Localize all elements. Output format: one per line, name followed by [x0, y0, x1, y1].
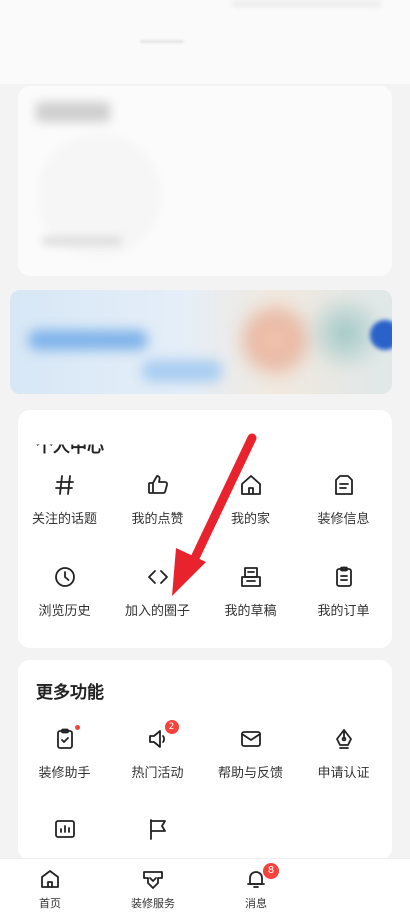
blurred-element: [140, 40, 184, 43]
tab-messages[interactable]: 8 消息: [206, 863, 306, 911]
menu-item-apply-certification[interactable]: 申请认证: [297, 726, 390, 796]
menu-item-label: 帮助与反馈: [217, 766, 283, 781]
notification-dot: [73, 724, 81, 731]
menu-item-label: 浏览历史: [38, 604, 91, 619]
blurred-profile-card: [18, 86, 392, 276]
blurred-banner: [10, 290, 392, 394]
menu-item-label: 我的订单: [317, 604, 370, 619]
bar-chart-icon: [52, 816, 78, 842]
menu-item-browse-history[interactable]: 浏览历史: [18, 564, 111, 634]
menu-item-label: 我的点赞: [131, 512, 184, 527]
hashtag-icon: [52, 472, 78, 498]
blurred-element: [28, 330, 148, 350]
menu-item-statistics[interactable]: [18, 816, 111, 860]
document-icon: [331, 472, 357, 498]
clock-icon: [52, 564, 78, 590]
menu-item-label: 装修助手: [38, 766, 91, 781]
tab-home[interactable]: 首页: [0, 867, 100, 911]
menu-item-my-likes[interactable]: 我的点赞: [111, 472, 204, 542]
clipboard-check-icon: [52, 724, 81, 752]
bell-icon: 8: [243, 863, 279, 891]
personal-center-card: 个人中心 关注的话题 我的点赞 我的家 装修信息 浏览历史 加入的圈子 我的草稿…: [18, 410, 392, 648]
menu-item-hot-activities[interactable]: 2 热门活动: [111, 720, 204, 796]
menu-item-joined-circles[interactable]: 加入的圈子: [111, 564, 204, 634]
activity-count-badge: 2: [164, 720, 179, 734]
menu-item-decoration-info[interactable]: 装修信息: [297, 472, 390, 542]
thumbs-up-icon: [145, 472, 171, 498]
menu-item-label: 装修信息: [317, 512, 370, 527]
menu-item-my-orders[interactable]: 我的订单: [297, 564, 390, 634]
menu-item-label: 我的家: [230, 512, 270, 527]
bottom-tab-bar: 首页 装修服务 8 消息: [0, 858, 410, 914]
home-icon: [238, 472, 264, 498]
menu-item-label: 加入的圈子: [124, 604, 190, 619]
blurred-element: [142, 360, 222, 382]
menu-item-decoration-assistant[interactable]: 装修助手: [18, 724, 111, 796]
tab-label: 装修服务: [131, 897, 175, 910]
blurred-title: [36, 102, 110, 122]
menu-item-my-drafts[interactable]: 我的草稿: [204, 564, 297, 634]
menu-item-label: 申请认证: [317, 766, 370, 781]
section-title-personal-center: 个人中心: [36, 437, 104, 458]
menu-item-label: 关注的话题: [31, 512, 97, 527]
more-features-card: 更多功能 装修助手 2 热门活动 帮助与反馈 申请认证: [18, 660, 392, 860]
menu-item-flag[interactable]: [111, 816, 204, 860]
menu-item-label: 我的草稿: [224, 604, 277, 619]
megaphone-icon: 2: [145, 720, 179, 752]
menu-item-label: 热门活动: [131, 766, 184, 781]
blurred-element: [232, 0, 382, 8]
code-brackets-icon: [145, 564, 171, 590]
home-icon: [37, 867, 63, 891]
mail-icon: [238, 726, 264, 752]
blurred-text: [42, 236, 122, 246]
tab-decoration-services[interactable]: 装修服务: [103, 867, 203, 911]
menu-item-my-home[interactable]: 我的家: [204, 472, 297, 542]
pen-nib-icon: [331, 726, 357, 752]
top-bar-blurred: [0, 0, 410, 84]
menu-item-followed-topics[interactable]: 关注的话题: [18, 472, 111, 542]
tab-label: 首页: [39, 897, 61, 910]
clipboard-icon: [331, 564, 357, 590]
flag-icon: [145, 816, 171, 842]
tab-label: 消息: [245, 897, 267, 910]
blurred-element: [370, 320, 392, 350]
draft-tray-icon: [238, 564, 264, 590]
menu-item-help-feedback[interactable]: 帮助与反馈: [204, 726, 297, 796]
message-count-badge: 8: [263, 863, 279, 879]
service-icon: [140, 867, 166, 891]
section-title-more-features: 更多功能: [36, 683, 104, 703]
